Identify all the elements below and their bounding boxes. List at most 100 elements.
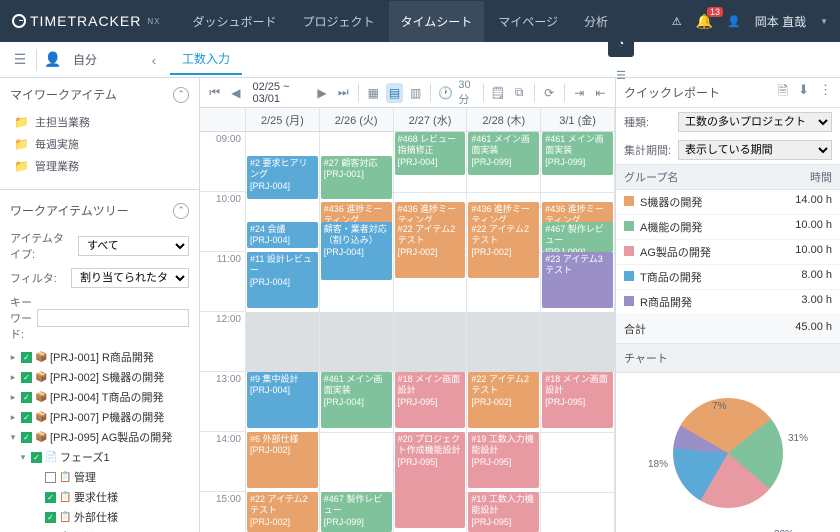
keyword-input[interactable] — [37, 309, 189, 327]
tree-item[interactable]: ✓📋要求仕様 — [4, 487, 195, 507]
folder-item[interactable]: 📁管理業務 — [8, 155, 191, 177]
import-icon[interactable]: ⇤ — [592, 86, 609, 100]
report-row[interactable]: R商品開発3.00 h — [616, 290, 840, 315]
collapse-icon[interactable]: ⌃ — [173, 87, 189, 103]
calendar-event[interactable]: #24 会議[PRJ-004] — [247, 222, 318, 248]
calendar-event[interactable]: #22 アイテム2テスト[PRJ-002] — [247, 492, 318, 532]
calendar-event[interactable]: #19 工数入力機能設計[PRJ-095] — [468, 492, 539, 532]
day-column[interactable]: #461 メイン画面実装[PRJ-099]#436 進捗ミーティング[PRJ-0… — [541, 132, 615, 532]
calendar-event[interactable]: #22 アイテム2テスト[PRJ-002] — [395, 222, 466, 278]
copy-icon[interactable]: ⧉ — [511, 85, 528, 100]
checkbox[interactable]: ✓ — [21, 372, 32, 383]
tree-item[interactable]: ▾✓📋設計 — [4, 527, 195, 532]
filter-select[interactable]: 割り当てられたタ — [71, 268, 189, 288]
checkbox[interactable]: ✓ — [31, 452, 42, 463]
tree-item[interactable]: ▸✓📦[PRJ-001] R商品開発 — [4, 347, 195, 367]
checkbox[interactable]: ✓ — [45, 512, 56, 523]
collapse-icon[interactable]: ⌃ — [173, 203, 189, 219]
tree-item[interactable]: ▸✓📦[PRJ-007] P機器の開発 — [4, 407, 195, 427]
chevron-icon[interactable]: ▸ — [8, 392, 18, 403]
next-icon[interactable]: ▶ — [313, 86, 330, 100]
calendar-event[interactable]: #20 プロジェクト作成機能設計[PRJ-095] — [395, 432, 466, 528]
checkbox[interactable] — [45, 472, 56, 483]
menu-icon[interactable]: ☰ — [8, 51, 32, 68]
chevron-icon[interactable]: ▸ — [8, 352, 18, 363]
day-header[interactable]: 2/28 (木) — [467, 108, 541, 131]
calendar-event[interactable]: #11 設計レビュー[PRJ-004] — [247, 252, 318, 308]
view-pie-icon[interactable]: ◔ — [608, 31, 634, 57]
calendar-event[interactable]: #22 アイテム2テスト[PRJ-002] — [468, 222, 539, 278]
calendar-event[interactable]: #461 メイン画面実装[PRJ-004] — [321, 372, 392, 428]
date-range[interactable]: 02/25 ~ 03/01 — [248, 81, 309, 105]
day-column[interactable]: #468 レビュー指摘修正[PRJ-004]#436 進捗ミーティング[PRJ-… — [394, 132, 468, 532]
chevron-icon[interactable]: ▾ — [18, 452, 28, 463]
tree-item[interactable]: ▾✓📄フェーズ1 — [4, 447, 195, 467]
checkbox[interactable]: ✓ — [21, 412, 32, 423]
folder-item[interactable]: 📁主担当業務 — [8, 111, 191, 133]
checkbox[interactable]: ✓ — [21, 352, 32, 363]
tree-item[interactable]: ✓📋外部仕様 — [4, 507, 195, 527]
calendar-event[interactable]: #18 メイン画面設計[PRJ-095] — [542, 372, 613, 428]
calendar-event[interactable]: #461 メイン画面実装[PRJ-099] — [542, 132, 613, 175]
tree-item[interactable]: ▾✓📦[PRJ-095] AG製品の開発 — [4, 427, 195, 447]
calendar-event[interactable]: #467 製作レビュー[PRJ-099] — [542, 222, 613, 252]
brand-logo[interactable]: TIMETRACKER NX — [12, 13, 160, 29]
chevron-down-icon[interactable]: ▼ — [820, 17, 828, 26]
checkbox[interactable]: ✓ — [21, 432, 32, 443]
refresh-icon[interactable]: ⟳ — [541, 86, 558, 100]
period-select[interactable]: 表示している期間 — [678, 140, 832, 160]
calendar-event[interactable]: #18 メイン画面設計[PRJ-095] — [395, 372, 466, 428]
export-icon[interactable]: ⇥ — [571, 86, 588, 100]
chevron-left-icon[interactable]: ‹ — [142, 52, 166, 68]
report-row[interactable]: S機器の開発14.00 h — [616, 190, 840, 215]
nav-tab-2[interactable]: タイムシート — [389, 1, 485, 42]
checkbox[interactable]: ✓ — [45, 492, 56, 503]
cal-week-icon[interactable]: ▤ — [386, 83, 403, 103]
day-header[interactable]: 2/25 (月) — [246, 108, 320, 131]
tree-item[interactable]: ▸✓📦[PRJ-004] T商品の開発 — [4, 387, 195, 407]
cal-month-icon[interactable]: ▦ — [365, 86, 382, 100]
alert-icon[interactable]: ⚠ — [672, 15, 682, 28]
calendar-event[interactable]: #22 アイテム2テスト[PRJ-002] — [468, 372, 539, 428]
report-row[interactable]: AG製品の開発10.00 h — [616, 240, 840, 265]
calendar-event[interactable]: 顧客・業者対応（割り込み）[PRJ-004] — [321, 222, 392, 280]
report-row[interactable]: A機能の開発10.00 h — [616, 215, 840, 240]
day-column[interactable]: #2 要求ヒアリング[PRJ-004] #24 会議[PRJ-004] #11 設計… — [246, 132, 320, 532]
chevron-icon[interactable]: ▸ — [8, 412, 18, 423]
calendar-event[interactable]: #6 外部仕様[PRJ-002] — [247, 432, 318, 488]
report-row[interactable]: T商品の開発8.00 h — [616, 265, 840, 290]
last-icon[interactable]: ⏭ — [335, 85, 352, 100]
checkbox[interactable]: ✓ — [21, 392, 32, 403]
clock-icon[interactable]: 🕐 — [437, 86, 454, 100]
nav-tab-1[interactable]: プロジェクト — [290, 1, 386, 42]
type-select[interactable]: 工数の多いプロジェクト — [678, 112, 832, 132]
download-icon[interactable]: ⬇ — [798, 82, 809, 104]
interval-label[interactable]: 30分 — [458, 79, 476, 107]
first-icon[interactable]: ⏮ — [206, 85, 223, 100]
calendar-event[interactable]: #9 集中設計[PRJ-004] — [247, 372, 318, 428]
calendar-event[interactable]: #468 レビュー指摘修正[PRJ-004] — [395, 132, 466, 175]
day-header[interactable]: 3/1 (金) — [541, 108, 615, 131]
day-column[interactable]: #27 顧客対応[PRJ-001]#436 進捗ミーティング[PRJ-002]顧… — [320, 132, 394, 532]
bell-icon[interactable]: 🔔13 — [696, 13, 713, 30]
calendar-event[interactable]: #23 アイテム3テスト — [542, 252, 613, 308]
tree-item[interactable]: ▸✓📦[PRJ-002] S機器の開発 — [4, 367, 195, 387]
subbar-title[interactable]: 工数入力 — [170, 44, 242, 75]
calendar-event[interactable]: #467 製作レビュー[PRJ-099] — [321, 492, 392, 532]
timesheet-grid[interactable]: 09:0010:0011:0012:0013:0014:0015:00 #2 要… — [200, 132, 615, 532]
note-icon[interactable]: 🗒 — [489, 86, 506, 100]
itemtype-select[interactable]: すべて — [78, 236, 189, 256]
chevron-icon[interactable]: ▸ — [8, 372, 18, 383]
tree-item[interactable]: 📋管理 — [4, 467, 195, 487]
doc-icon[interactable]: 🗎 — [778, 82, 788, 104]
calendar-event[interactable]: #19 工数入力機能設計[PRJ-095] — [468, 432, 539, 488]
chevron-icon[interactable]: ▾ — [8, 432, 18, 443]
day-column[interactable]: #461 メイン画面実装[PRJ-099]#436 進捗ミーティング[PRJ-0… — [467, 132, 541, 532]
folder-item[interactable]: 📁毎週実施 — [8, 133, 191, 155]
user-name[interactable]: 岡本 直哉 — [755, 13, 806, 30]
person-icon[interactable]: 👤 — [41, 51, 65, 68]
calendar-event[interactable]: #2 要求ヒアリング[PRJ-004] — [247, 156, 318, 199]
day-header[interactable]: 2/27 (水) — [394, 108, 468, 131]
prev-icon[interactable]: ◀ — [227, 86, 244, 100]
day-header[interactable]: 2/26 (火) — [320, 108, 394, 131]
